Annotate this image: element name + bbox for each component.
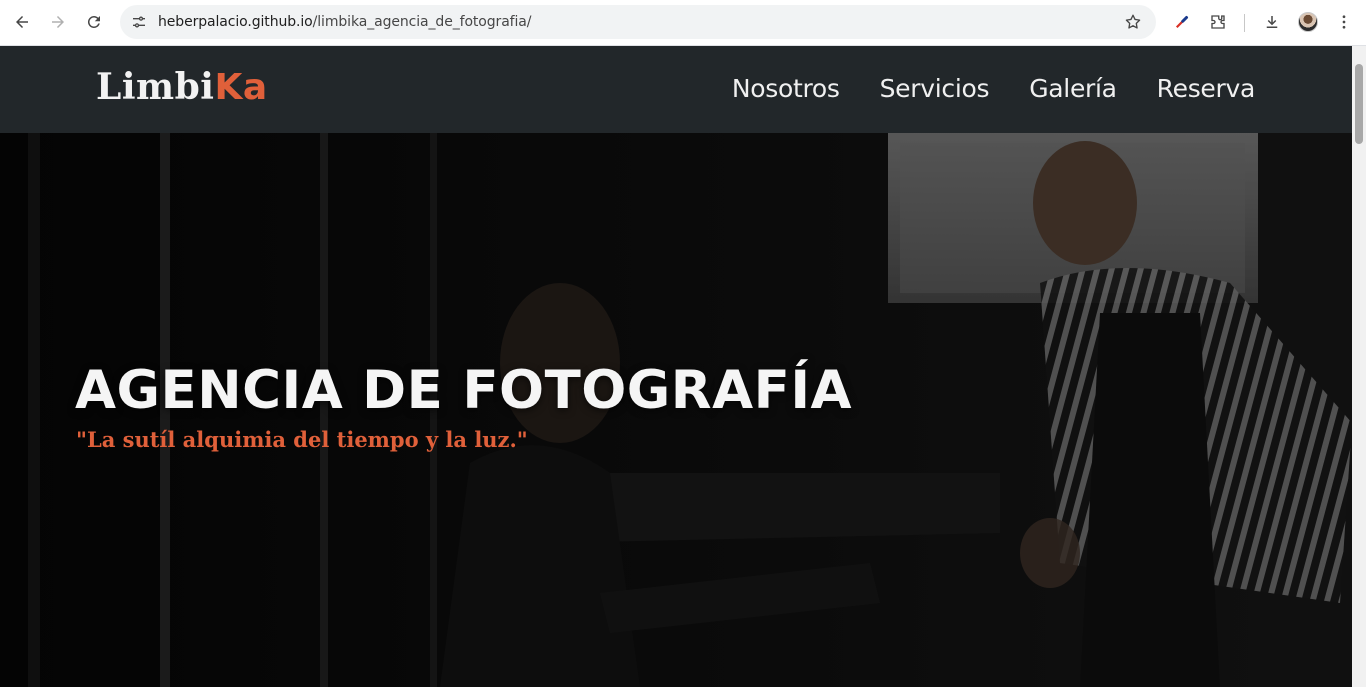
site-logo[interactable]: LimbiKa: [96, 66, 268, 108]
url-domain: heberpalacio.github.io: [158, 14, 313, 30]
reload-button[interactable]: [80, 8, 108, 36]
scrollbar-thumb[interactable]: [1355, 64, 1363, 144]
url-path: /limbika_agencia_de_fotografia/: [312, 14, 532, 30]
nav-galeria[interactable]: Galería: [1029, 74, 1117, 103]
hero-title: AGENCIA DE FOTOGRAFÍA: [75, 360, 853, 421]
forward-button[interactable]: [44, 8, 72, 36]
nav-reserva[interactable]: Reserva: [1157, 74, 1256, 103]
arrow-right-icon: [52, 16, 64, 28]
web-page: LimbiKa Nosotros Servicios Galería Reser…: [0, 46, 1352, 687]
toolbar-divider: [1244, 14, 1245, 32]
site-header: LimbiKa Nosotros Servicios Galería Reser…: [0, 46, 1352, 133]
back-button[interactable]: [8, 8, 36, 36]
page-scrollbar[interactable]: [1352, 46, 1366, 687]
nav-nosotros[interactable]: Nosotros: [732, 74, 840, 103]
url-text: heberpalacio.github.io/limbika_agencia_d…: [158, 14, 532, 30]
nav-servicios[interactable]: Servicios: [880, 74, 990, 103]
main-nav: Nosotros Servicios Galería Reserva: [732, 74, 1255, 103]
profile-avatar[interactable]: [1298, 12, 1318, 32]
downloads-icon[interactable]: [1260, 10, 1284, 34]
menu-kebab-icon[interactable]: [1332, 10, 1356, 34]
extensions-puzzle-icon[interactable]: [1206, 10, 1230, 34]
site-info-icon[interactable]: [126, 9, 152, 35]
hero-section: AGENCIA DE FOTOGRAFÍA "La sutíl alquimia…: [0, 133, 1352, 687]
logo-main: Limbi: [96, 66, 215, 108]
browser-toolbar: heberpalacio.github.io/limbika_agencia_d…: [0, 0, 1366, 46]
logo-accent: Ka: [214, 67, 268, 108]
address-bar[interactable]: heberpalacio.github.io/limbika_agencia_d…: [120, 5, 1156, 39]
reload-icon: [87, 15, 100, 28]
hero-subtitle: "La sutíl alquimia del tiempo y la luz.": [76, 427, 528, 452]
arrow-left-icon: [16, 16, 28, 28]
eyedropper-extension-icon[interactable]: [1170, 10, 1194, 34]
bookmark-star-icon[interactable]: [1122, 11, 1144, 33]
